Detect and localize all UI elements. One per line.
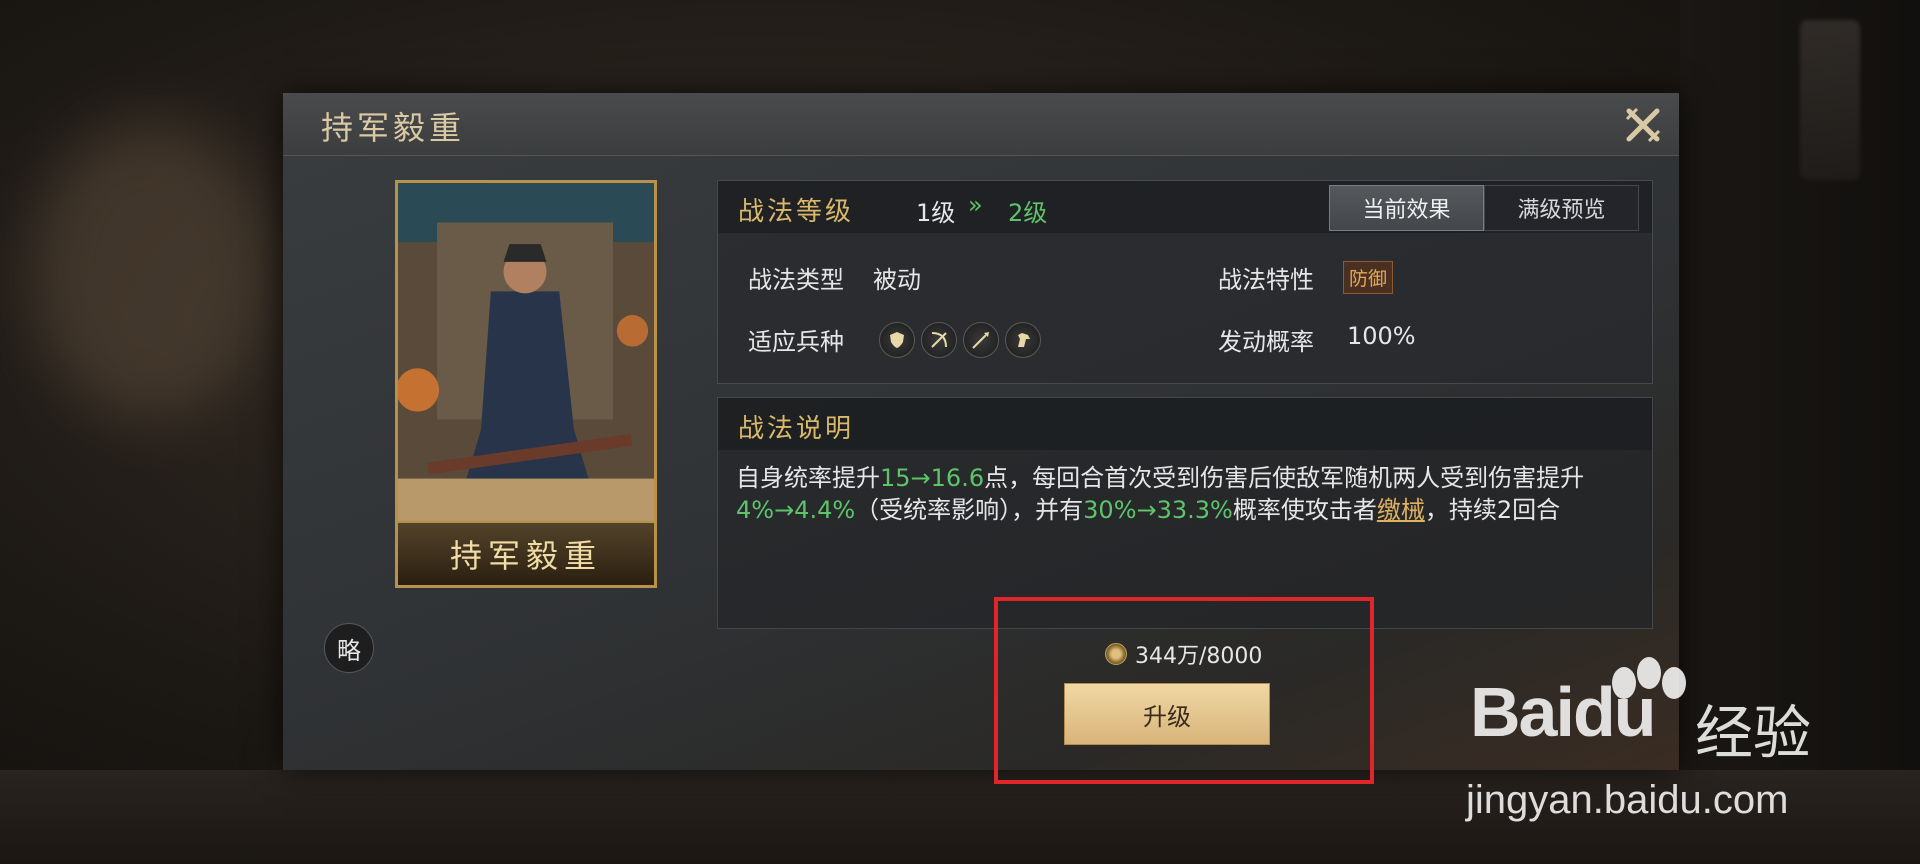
skill-info-box: 战法等级 1级 » 2级 当前效果 满级预览 战法类型 被动 战法特性 防御 适… [717,180,1653,384]
baidu-paw-icon [1612,657,1686,699]
level-next: 2级 [1008,199,1048,227]
skill-description-box: 战法说明 自身统率提升15→16.6点，每回合首次受到伤害后使敌军随机两人受到伤… [717,397,1653,629]
desc-keyword-disarm[interactable]: 缴械 [1377,496,1425,524]
dialog-header: 持军毅重 [283,93,1679,156]
skill-type-value: 被动 [873,266,921,294]
desc-segment: 自身统率提升 [736,464,880,492]
description-text: 自身统率提升15→16.6点，每回合首次受到伤害后使敌军随机两人受到伤害提升 4%… [736,462,1636,526]
spear-icon [963,322,999,358]
level-row: 战法等级 1级 » 2级 当前效果 满级预览 [718,181,1652,233]
dialog-title: 持军毅重 [321,109,466,147]
skill-detail-dialog: 持军毅重 持军毅重 略 战法等级 1级 » 2级 当前效果 满级预览 战法类型 … [283,93,1679,770]
skill-trait-label: 战法特性 [1218,266,1314,294]
watermark-url: jingyan.baidu.com [1466,778,1789,822]
background-blur-left [30,120,270,420]
strategy-badge[interactable]: 略 [324,623,374,673]
desc-value-probability: 30%→33.3% [1083,496,1233,524]
bow-icon [921,322,957,358]
level-current: 1级 [916,199,956,227]
card-name: 持军毅重 [449,537,602,575]
desc-segment: ，持续2回合 [1424,496,1561,524]
troop-type-label: 适应兵种 [748,328,844,356]
level-label: 战法等级 [738,197,855,227]
description-title: 战法说明 [738,414,855,444]
background-side-icons [1800,20,1860,180]
highlight-box [994,597,1374,784]
card-name-bar: 持军毅重 [398,521,654,585]
horse-icon [1005,322,1041,358]
desc-value-command: 15→16.6 [880,464,985,492]
description-header: 战法说明 [718,398,1652,450]
skill-card: 持军毅重 [395,180,657,588]
trigger-probability-label: 发动概率 [1218,328,1314,356]
watermark-cn: 经验 [1695,699,1812,767]
desc-segment: （受统率影响），并有 [855,496,1084,524]
skill-type-label: 战法类型 [748,266,844,294]
close-icon [1625,107,1661,143]
close-button[interactable] [1621,103,1665,147]
desc-segment: 概率使攻击者 [1232,496,1377,524]
tab-max-level-preview[interactable]: 满级预览 [1484,185,1639,231]
desc-segment: 点，每回合首次受到伤害后使敌军随机两人受到伤害提升 [984,464,1585,492]
level-arrow-icon: » [968,191,983,219]
skill-trait-badge: 防御 [1343,261,1394,294]
trigger-probability-value: 100% [1347,322,1416,350]
shield-icon [879,322,915,358]
watermark-logo-left: Bai [1470,673,1575,751]
desc-value-damage: 4%→4.4% [736,496,856,524]
tab-current-effect[interactable]: 当前效果 [1329,185,1484,231]
